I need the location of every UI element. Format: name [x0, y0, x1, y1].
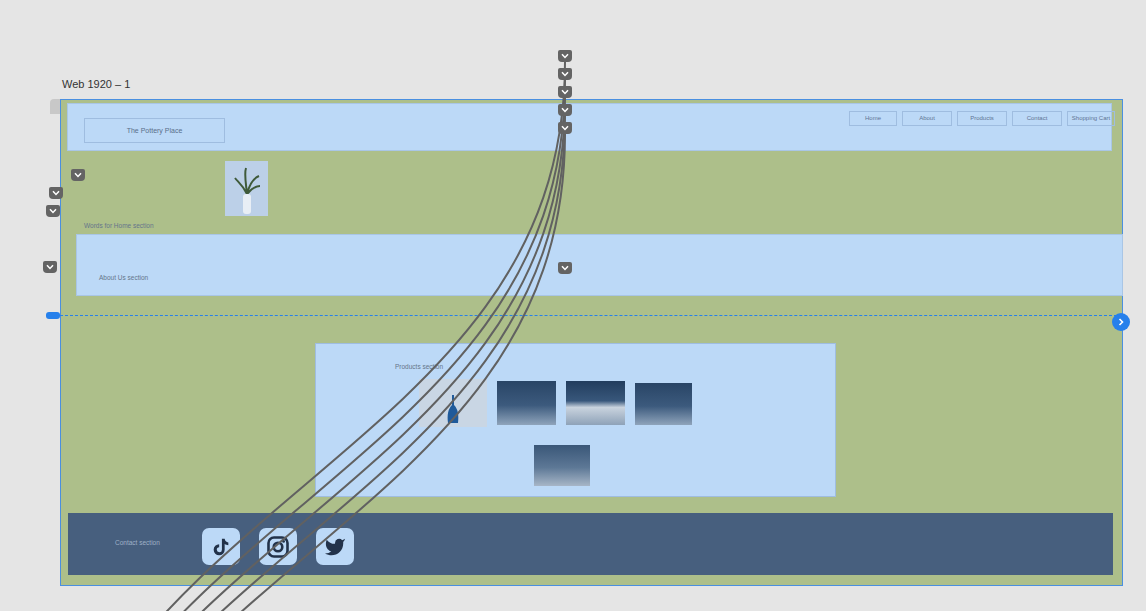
- artboard-title[interactable]: Web 1920 – 1: [62, 77, 130, 91]
- link-wire[interactable]: [7, 62, 565, 611]
- plant-image: [225, 161, 268, 216]
- chevron-down-icon: [49, 208, 57, 214]
- link-target-anchor[interactable]: [71, 169, 85, 181]
- link-source-anchor[interactable]: [558, 104, 572, 116]
- nav-label: About: [919, 115, 935, 125]
- wires: [0, 0, 1146, 611]
- nav-button[interactable]: Home: [849, 111, 897, 126]
- product-image[interactable]: [497, 381, 556, 425]
- canvas: Web 1920 – 1 The Pottery Place Home About…: [0, 0, 1146, 611]
- scroll-marker-handle[interactable]: [46, 312, 60, 319]
- link-wire[interactable]: [7, 98, 565, 611]
- section-label: Contact section: [115, 539, 160, 547]
- social-button[interactable]: [259, 528, 297, 565]
- link-source-anchor[interactable]: [558, 122, 572, 134]
- nav-label: Products: [970, 115, 994, 125]
- nav-button[interactable]: Contact: [1012, 111, 1062, 126]
- nav-label: Home: [865, 115, 881, 125]
- link-source-anchor[interactable]: [558, 68, 572, 80]
- chevron-down-icon: [561, 265, 569, 271]
- next-artboard-button[interactable]: [1112, 313, 1130, 331]
- products-label-wrap: Products section: [395, 363, 443, 371]
- product-image[interactable]: [635, 383, 692, 425]
- chevron-down-icon: [561, 71, 569, 77]
- chevron-down-icon: [561, 125, 569, 131]
- header[interactable]: The Pottery Place Home About Products Conta…: [67, 103, 1112, 151]
- nav-label: Contact: [1027, 115, 1048, 125]
- twitter-icon: [323, 536, 347, 558]
- chevron-down-icon: [561, 107, 569, 113]
- nav-button[interactable]: Products: [957, 111, 1007, 126]
- tiktok-icon: [210, 536, 232, 558]
- chevron-down-icon: [561, 89, 569, 95]
- vase-icon: [446, 393, 460, 427]
- contact-label-wrap: Contact section: [115, 539, 160, 547]
- section-label: Words for Home section: [84, 222, 154, 230]
- products-section[interactable]: Products section: [315, 343, 836, 497]
- product-image[interactable]: [534, 445, 590, 486]
- link-target-anchor[interactable]: [43, 261, 57, 273]
- about-section[interactable]: About Us section: [76, 234, 1123, 296]
- nav-button[interactable]: Shopping Cart: [1067, 111, 1115, 126]
- link-wire[interactable]: [7, 80, 565, 611]
- artboard-handle[interactable]: [50, 99, 60, 114]
- plant-icon: [232, 164, 262, 216]
- footer[interactable]: Contact section: [68, 513, 1113, 575]
- link-target-anchor[interactable]: [46, 205, 60, 217]
- social-button[interactable]: [202, 528, 240, 565]
- scroll-marker-line: [60, 315, 1122, 316]
- social-button[interactable]: [316, 528, 354, 565]
- product-image[interactable]: [419, 379, 487, 427]
- chevron-down-icon: [46, 264, 54, 270]
- link-target-anchor[interactable]: [558, 262, 572, 274]
- link-wire[interactable]: [7, 134, 565, 611]
- link-source-anchor[interactable]: [558, 50, 572, 62]
- chevron-down-icon: [52, 190, 60, 196]
- instagram-icon: [266, 535, 290, 559]
- nav: Home About Products Contact Shopping Cart: [849, 111, 1115, 126]
- chevron-right-icon: [1117, 318, 1125, 326]
- social-links: [202, 528, 354, 565]
- chevron-down-icon: [561, 53, 569, 59]
- chevron-down-icon: [74, 172, 82, 178]
- section-label: About Us section: [99, 274, 148, 282]
- product-image[interactable]: [566, 381, 625, 425]
- about-label-wrap: About Us section: [99, 274, 148, 282]
- link-source-anchor[interactable]: [558, 86, 572, 98]
- home-section-label-wrap: Words for Home section: [84, 222, 154, 230]
- link-target-anchor[interactable]: [49, 187, 63, 199]
- link-wire[interactable]: [7, 116, 565, 611]
- section-label: Products section: [395, 363, 443, 371]
- nav-label: Shopping Cart: [1072, 115, 1110, 125]
- logo-text: The Pottery Place: [127, 126, 183, 135]
- artboard[interactable]: The Pottery Place Home About Products Conta…: [60, 99, 1123, 586]
- nav-button[interactable]: About: [902, 111, 952, 126]
- logo-box[interactable]: The Pottery Place: [84, 118, 225, 143]
